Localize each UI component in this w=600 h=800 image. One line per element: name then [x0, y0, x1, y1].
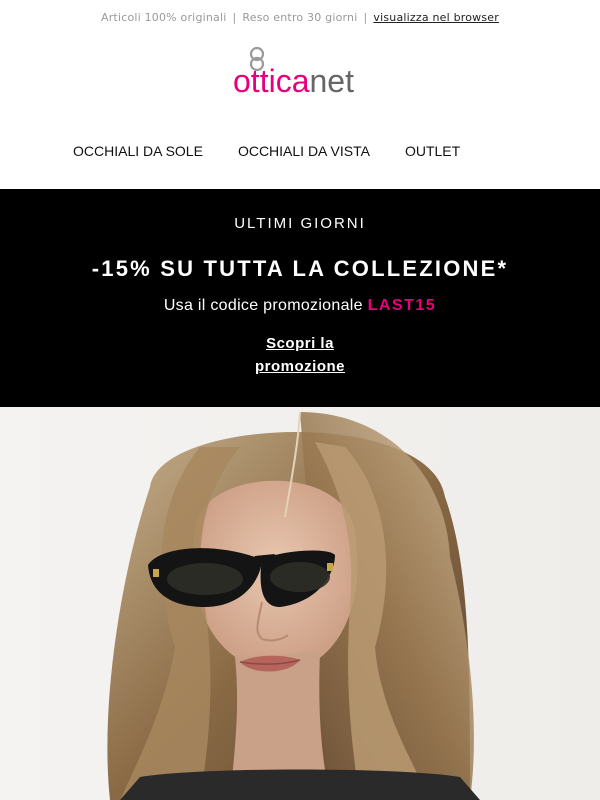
promo-banner: ULTIMI GIORNI -15% SU TUTTA LA COLLEZION… [0, 189, 600, 407]
main-nav: OCCHIALI DA SOLE OCCHIALI DA VISTA OUTLE… [0, 116, 600, 186]
promo-code-line: Usa il codice promozionale LAST15 [0, 297, 600, 315]
view-in-browser-link[interactable]: visualizza nel browser [373, 11, 499, 24]
logo-mark-icon: otticanet [233, 46, 354, 99]
otticanet-logo[interactable]: otticanet [0, 34, 600, 116]
cta-line-2: promozione [255, 358, 345, 375]
nav-outlet[interactable]: OUTLET [405, 143, 460, 159]
originals-note: Articoli 100% originali [100, 10, 227, 24]
promo-headline: -15% SU TUTTA LA COLLEZIONE* [91, 256, 509, 281]
cta-line-1: Scopri la [266, 335, 334, 352]
hero-image[interactable] [0, 407, 600, 800]
returns-note: Reso entro 30 giorni [242, 10, 358, 24]
separator: | [363, 10, 368, 24]
nav-sunglasses[interactable]: OCCHIALI DA SOLE [73, 143, 203, 159]
nav-eyeglasses[interactable]: OCCHIALI DA VISTA [238, 143, 370, 159]
logo-wordmark: otticanet [233, 63, 354, 99]
promo-code-prefix: Usa il codice promozionale [163, 297, 363, 314]
top-info-bar: Articoli 100% originali | Reso entro 30 … [0, 0, 600, 34]
logo-part1: ottica [233, 63, 310, 99]
promo-code: LAST15 [367, 297, 437, 314]
model-sunglasses-photo [0, 407, 600, 800]
promo-eyebrow: ULTIMI GIORNI [234, 215, 366, 232]
separator: | [232, 10, 237, 24]
logo-part2: net [309, 63, 354, 99]
discover-promo-link[interactable]: Scopri la promozione [220, 332, 380, 378]
